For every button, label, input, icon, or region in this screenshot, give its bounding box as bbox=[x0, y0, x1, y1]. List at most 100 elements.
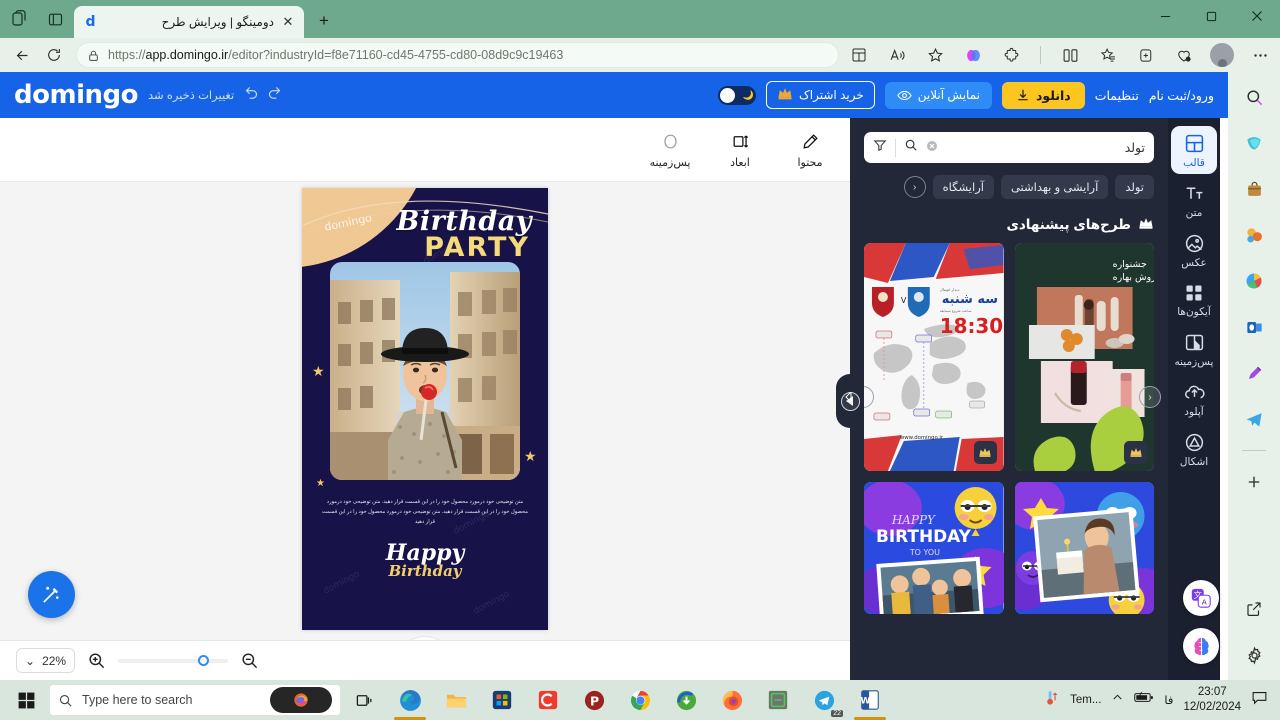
open-in-new-icon[interactable] bbox=[1239, 594, 1269, 624]
battery-icon[interactable] bbox=[1134, 691, 1154, 709]
tool-content[interactable]: محتوا bbox=[788, 131, 832, 169]
taskbar-search[interactable]: Type here to search bbox=[50, 685, 340, 715]
chips-prev-button[interactable]: ‹ bbox=[903, 176, 926, 198]
zoom-in-button[interactable] bbox=[87, 651, 106, 670]
panel-edge-arrow-icon[interactable] bbox=[845, 390, 853, 404]
search-icon[interactable] bbox=[904, 138, 918, 157]
task-view-button[interactable] bbox=[342, 680, 386, 720]
rail-item-text[interactable]: متن bbox=[1171, 176, 1217, 224]
add-tab-group-icon[interactable] bbox=[1134, 43, 1158, 67]
zoom-level-select[interactable]: ⌄ 22% bbox=[16, 648, 76, 673]
filter-icon[interactable] bbox=[873, 138, 887, 157]
copilot-icon[interactable] bbox=[961, 43, 985, 67]
collections-icon[interactable] bbox=[1096, 43, 1120, 67]
redo-icon[interactable] bbox=[267, 85, 282, 105]
more-options-icon[interactable] bbox=[1248, 43, 1272, 67]
notifications-icon[interactable] bbox=[1251, 689, 1268, 711]
show-hidden-icons[interactable] bbox=[1111, 691, 1124, 709]
back-icon[interactable] bbox=[8, 41, 36, 69]
rail-item-icons[interactable]: آیکون‌ها bbox=[1171, 276, 1217, 323]
subscribe-button[interactable]: خرید اشتراک bbox=[766, 81, 875, 109]
rail-item-shapes[interactable]: اشکال bbox=[1171, 425, 1217, 473]
taskbar-word[interactable]: W bbox=[848, 680, 892, 720]
settings-link[interactable]: تنظیمات bbox=[1095, 88, 1139, 103]
zoom-slider[interactable] bbox=[118, 654, 229, 666]
read-aloud-icon[interactable] bbox=[885, 43, 909, 67]
outlook-icon[interactable] bbox=[1239, 312, 1269, 342]
add-icon[interactable] bbox=[1239, 467, 1269, 497]
rail-item-background[interactable]: پس‌زمینه bbox=[1171, 325, 1217, 373]
rail-item-upload[interactable]: آپلود bbox=[1171, 375, 1217, 423]
designer-icon[interactable] bbox=[1239, 358, 1269, 388]
close-window-icon[interactable] bbox=[1234, 0, 1280, 32]
canvas-area[interactable]: domingo domingo domingo domingo domingo … bbox=[0, 182, 850, 640]
taskbar-microsoft-store[interactable] bbox=[480, 680, 524, 720]
browser-tab[interactable]: d دومینگو | ویرایش طرح ✕ bbox=[74, 6, 304, 38]
games-icon[interactable] bbox=[1239, 220, 1269, 250]
browser-essentials-icon[interactable] bbox=[1172, 43, 1196, 67]
copilot-button[interactable] bbox=[270, 687, 332, 713]
telegram-sidebar-icon[interactable] bbox=[1239, 404, 1269, 434]
search-box[interactable]: تولد bbox=[864, 132, 1154, 163]
taskbar-chrome[interactable] bbox=[618, 680, 662, 720]
extensions-icon[interactable] bbox=[999, 43, 1023, 67]
design-photo[interactable] bbox=[330, 262, 520, 480]
chip-birthday[interactable]: تولد bbox=[1115, 175, 1154, 199]
domingo-logo[interactable]: domingo bbox=[14, 80, 138, 110]
close-icon[interactable]: ✕ bbox=[280, 14, 296, 30]
taskbar-notepad[interactable] bbox=[756, 680, 800, 720]
clock[interactable]: 23:07 12/02/2024 bbox=[1183, 685, 1241, 715]
theme-toggle[interactable]: 🌙 bbox=[718, 85, 757, 105]
ai-assistant-button[interactable] bbox=[1183, 628, 1219, 664]
photos-icon[interactable] bbox=[1239, 266, 1269, 296]
template-card-birthday-photo[interactable] bbox=[1014, 482, 1154, 614]
split-grid-icon[interactable] bbox=[847, 43, 871, 67]
template-card-happy-birthday[interactable]: HAPPY BIRTHDAY TO YOU bbox=[864, 482, 1004, 614]
editor-toolbar: محتوا ابعاد پس‌زمینه bbox=[0, 118, 850, 182]
temperature-icon[interactable] bbox=[1043, 689, 1060, 711]
split-screen-icon[interactable] bbox=[1058, 43, 1082, 67]
template-card-football[interactable]: V دیدار فوتبال سه شنبه ساعت شروع مسابقه … bbox=[864, 243, 1004, 471]
taskbar-app-p[interactable]: P bbox=[572, 680, 616, 720]
favorite-star-icon[interactable] bbox=[923, 43, 947, 67]
undo-icon[interactable] bbox=[244, 85, 259, 105]
download-button[interactable]: دانلود bbox=[1001, 81, 1085, 109]
taskbar-idm[interactable] bbox=[664, 680, 708, 720]
language-indicator[interactable]: فا bbox=[1164, 693, 1173, 707]
rail-item-image[interactable]: عکس bbox=[1171, 226, 1217, 274]
gear-icon[interactable] bbox=[1239, 640, 1269, 670]
search-icon[interactable] bbox=[1239, 82, 1269, 112]
login-link[interactable]: ورود/ثبت نام bbox=[1149, 88, 1214, 103]
taskbar-telegram[interactable]: 22 bbox=[802, 680, 846, 720]
minimize-icon[interactable] bbox=[1142, 0, 1188, 32]
taskbar-camtasia[interactable] bbox=[526, 680, 570, 720]
taskbar-file-explorer[interactable] bbox=[434, 680, 478, 720]
translate-button[interactable]: 文 A bbox=[1183, 580, 1219, 616]
chip-salon[interactable]: آرایشگاه bbox=[932, 175, 994, 199]
zoom-slider-knob[interactable] bbox=[198, 654, 210, 666]
start-button[interactable] bbox=[4, 680, 48, 720]
template-card-cosmetics[interactable]: جشنواره فروش بهاره bbox=[1014, 243, 1154, 471]
copilot-sidebar-icon[interactable] bbox=[1239, 128, 1269, 158]
profile-avatar[interactable] bbox=[1210, 43, 1234, 67]
tool-background[interactable]: پس‌زمینه bbox=[648, 131, 692, 169]
rail-item-template[interactable]: قالب bbox=[1171, 126, 1217, 174]
workspaces-icon[interactable] bbox=[6, 6, 32, 32]
tab-actions-icon[interactable] bbox=[42, 6, 68, 32]
carousel-next-button[interactable]: › bbox=[1139, 386, 1161, 408]
maximize-icon[interactable] bbox=[1188, 0, 1234, 32]
shopping-bag-icon[interactable] bbox=[1239, 174, 1269, 204]
zoom-out-button[interactable] bbox=[240, 651, 259, 670]
clear-icon[interactable] bbox=[926, 139, 938, 157]
reload-icon[interactable] bbox=[40, 41, 68, 69]
address-bar[interactable]: https://app.domingo.ir/editor?industryId… bbox=[76, 42, 839, 68]
new-tab-button[interactable]: + bbox=[310, 7, 338, 35]
taskbar-firefox[interactable] bbox=[710, 680, 754, 720]
magic-wand-button[interactable] bbox=[28, 571, 75, 618]
tool-dimensions[interactable]: ابعاد bbox=[718, 131, 762, 169]
design-canvas[interactable]: domingo domingo domingo domingo domingo … bbox=[302, 188, 548, 630]
taskbar-edge[interactable] bbox=[388, 680, 432, 720]
online-preview-button[interactable]: نمایش آنلاین bbox=[884, 81, 992, 109]
search-input[interactable]: تولد bbox=[946, 140, 1145, 155]
chip-cosmetics[interactable]: آرایشی و بهداشتی bbox=[1000, 175, 1109, 199]
